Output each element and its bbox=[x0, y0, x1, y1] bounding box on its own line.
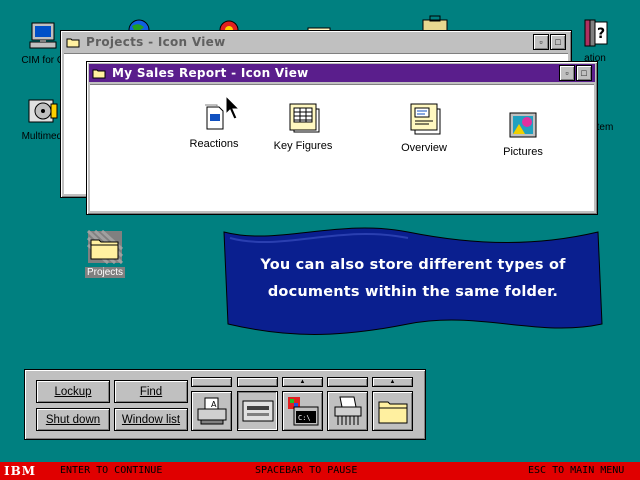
banner-text: You can also store different types of do… bbox=[230, 252, 596, 306]
folder-system-menu-icon[interactable] bbox=[66, 37, 80, 48]
information-icon: ? bbox=[584, 19, 608, 47]
status-bar: IBM ENTER TO CONTINUE SPACEBAR TO PAUSE … bbox=[0, 462, 640, 480]
shredder-object[interactable] bbox=[327, 391, 368, 431]
multimedia-icon bbox=[28, 99, 58, 123]
window-list-button[interactable]: Window list bbox=[114, 408, 188, 431]
folder-object[interactable] bbox=[372, 391, 413, 431]
status-enter-continue[interactable]: ENTER TO CONTINUE bbox=[60, 465, 162, 476]
status-esc-menu[interactable]: ESC TO MAIN MENU bbox=[528, 465, 624, 476]
cim-computer-icon bbox=[29, 22, 57, 49]
drive-icon bbox=[242, 400, 273, 422]
maximize-button[interactable]: □ bbox=[576, 65, 592, 81]
printer-object[interactable]: A bbox=[191, 391, 232, 431]
presentation-icon bbox=[410, 103, 441, 135]
ibm-logo: IBM bbox=[4, 464, 37, 478]
file-label: Overview bbox=[401, 142, 447, 154]
sales-report-client-area: Reactions Key Figures Overview Pictures bbox=[90, 84, 594, 211]
desktop-icon-label: Projects bbox=[84, 267, 126, 278]
shut-down-button[interactable]: Shut down bbox=[36, 408, 110, 431]
window-title: My Sales Report - Icon View bbox=[112, 66, 309, 80]
projects-titlebar[interactable]: Projects - Icon View ▫ □ bbox=[63, 33, 569, 51]
drawer-tab[interactable] bbox=[237, 377, 278, 387]
projects-folder-icon bbox=[86, 229, 124, 265]
pictures-icon bbox=[509, 112, 537, 138]
minimize-button[interactable]: ▫ bbox=[533, 34, 549, 50]
folder-system-menu-icon[interactable] bbox=[92, 68, 106, 79]
banner-line-1: You can also store different types of bbox=[260, 257, 566, 273]
file-label: Reactions bbox=[189, 138, 239, 150]
spreadsheet-icon bbox=[289, 103, 320, 133]
launchpad: Lockup Find Shut down Window list ▲ ▲ A … bbox=[24, 369, 426, 440]
drawer-tab-open[interactable]: ▲ bbox=[282, 377, 323, 387]
document-icon bbox=[205, 104, 224, 130]
banner-line-2: documents within the same folder. bbox=[267, 284, 559, 300]
sales-report-window[interactable]: My Sales Report - Icon View ▫ □ Reaction… bbox=[86, 61, 598, 215]
svg-text:A: A bbox=[211, 400, 217, 409]
minimize-button[interactable]: ▫ bbox=[559, 65, 575, 81]
os2-window-icon: C:\ bbox=[287, 397, 318, 426]
drive-object[interactable] bbox=[237, 391, 278, 431]
find-button[interactable]: Find bbox=[114, 380, 188, 403]
mouse-pointer-icon bbox=[225, 95, 241, 120]
sales-report-titlebar[interactable]: My Sales Report - Icon View ▫ □ bbox=[89, 64, 595, 82]
file-pictures[interactable]: Pictures bbox=[493, 111, 553, 158]
folder-icon bbox=[378, 401, 407, 424]
file-label: Pictures bbox=[503, 146, 543, 158]
window-title: Projects - Icon View bbox=[86, 35, 226, 49]
maximize-button[interactable]: □ bbox=[550, 34, 566, 50]
file-label: Key Figures bbox=[273, 140, 333, 152]
os2-window-object[interactable]: C:\ bbox=[282, 391, 323, 431]
svg-text:C:\: C:\ bbox=[298, 414, 311, 422]
file-key-figures[interactable]: Key Figures bbox=[273, 101, 333, 152]
shredder-icon bbox=[334, 396, 361, 425]
printer-icon: A bbox=[197, 397, 226, 425]
drawer-tab-open[interactable]: ▲ bbox=[372, 377, 413, 387]
drawer-tab[interactable] bbox=[191, 377, 232, 387]
lockup-button[interactable]: Lockup bbox=[36, 380, 110, 403]
svg-text:?: ? bbox=[597, 26, 605, 42]
file-overview[interactable]: Overview bbox=[394, 101, 454, 154]
drawer-tab[interactable] bbox=[327, 377, 368, 387]
status-spacebar-pause[interactable]: SPACEBAR TO PAUSE bbox=[255, 465, 357, 476]
desktop-icon-projects[interactable]: Projects bbox=[70, 229, 140, 278]
